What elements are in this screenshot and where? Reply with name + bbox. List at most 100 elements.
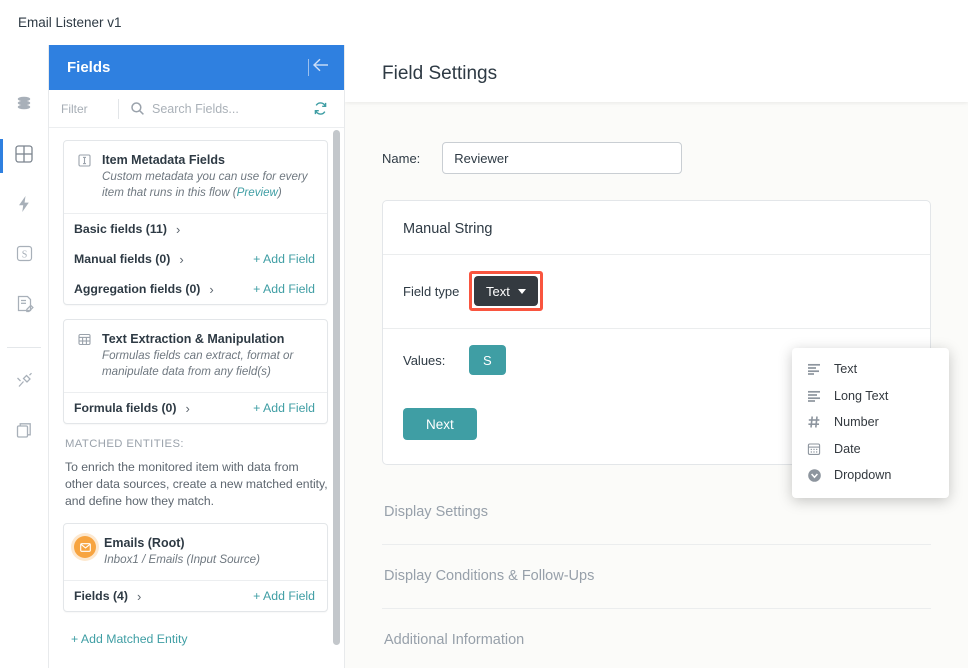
card-title: Item Metadata Fields bbox=[102, 153, 225, 167]
collapse-bar bbox=[308, 59, 309, 76]
row-label: Aggregation fields (0) bbox=[74, 282, 201, 296]
field-type-row: Field type Text bbox=[401, 255, 906, 328]
add-field-button-manual[interactable]: + Add Field bbox=[253, 252, 315, 266]
add-field-button-entity[interactable]: + Add Field bbox=[253, 589, 315, 603]
section-display-conditions[interactable]: Display Conditions & Follow-Ups bbox=[382, 545, 931, 609]
card-subtitle-tail: ) bbox=[277, 186, 282, 199]
dropdown-option-number[interactable]: Number bbox=[792, 409, 949, 436]
search-icon bbox=[130, 101, 145, 116]
rail-item-actions[interactable] bbox=[0, 181, 49, 231]
dropdown-option-label: Date bbox=[834, 441, 861, 456]
script-s-icon: S bbox=[14, 243, 35, 269]
rail-item-forms[interactable] bbox=[0, 281, 49, 331]
entity-title: Emails (Root) bbox=[104, 536, 185, 550]
fields-panel-scrollbar[interactable] bbox=[333, 128, 340, 668]
field-type-dropdown-menu[interactable]: Text Long Text Number Date Dropdown bbox=[792, 348, 949, 498]
rail-item-scripts[interactable]: S bbox=[0, 231, 49, 281]
row-label: Fields (4) bbox=[74, 589, 128, 603]
row-label: Basic fields (11) bbox=[74, 222, 167, 236]
manual-string-title: Manual String bbox=[403, 221, 493, 237]
values-label: Values: bbox=[403, 352, 446, 368]
name-label: Name: bbox=[382, 150, 421, 166]
card-title: Text Extraction & Manipulation bbox=[102, 332, 285, 346]
field-type-value: Text bbox=[486, 283, 510, 299]
entity-subtitle: Inbox1 / Emails (Input Source) bbox=[104, 553, 260, 566]
text-cursor-icon bbox=[74, 153, 94, 201]
scrollbar-thumb[interactable] bbox=[333, 130, 340, 645]
formula-fields-row[interactable]: Formula fields (0) › + Add Field bbox=[64, 393, 327, 423]
basic-fields-row[interactable]: Basic fields (11) › bbox=[64, 214, 327, 244]
matched-entities-heading: MATCHED ENTITIES: bbox=[65, 438, 184, 450]
aggregation-fields-row[interactable]: Aggregation fields (0) › + Add Field bbox=[64, 274, 327, 304]
values-button[interactable]: S bbox=[469, 345, 506, 375]
caret-down-icon bbox=[517, 288, 526, 294]
row-label: Manual fields (0) bbox=[74, 252, 171, 266]
search-separator bbox=[118, 98, 119, 119]
chevron-right-icon: › bbox=[185, 400, 190, 416]
next-button[interactable]: Next bbox=[403, 408, 477, 440]
svg-text:S: S bbox=[21, 249, 27, 260]
dropdown-option-long-text[interactable]: Long Text bbox=[792, 383, 949, 410]
matched-entity-card: Emails (Root) Inbox1 / Emails (Input Sou… bbox=[63, 523, 328, 612]
top-bar: Email Listener v1 bbox=[0, 0, 968, 45]
add-field-button-aggregation[interactable]: + Add Field bbox=[253, 282, 315, 296]
card-subtitle: Formulas fields can extract, format or m… bbox=[102, 349, 294, 378]
entity-fields-row[interactable]: Fields (4) › + Add Field bbox=[64, 581, 327, 611]
name-row: Name: bbox=[382, 142, 931, 174]
matched-entities-description: To enrich the monitored item with data f… bbox=[65, 460, 328, 508]
chevron-right-icon: › bbox=[136, 588, 142, 604]
layers-icon bbox=[14, 420, 35, 446]
name-input[interactable] bbox=[442, 142, 683, 174]
long-text-lines-icon bbox=[805, 390, 823, 402]
dropdown-option-label: Dropdown bbox=[834, 468, 892, 483]
filter-label: Filter bbox=[61, 101, 88, 116]
section-additional-information[interactable]: Additional Information bbox=[382, 609, 931, 668]
preview-link[interactable]: Preview bbox=[237, 186, 278, 199]
add-matched-entity-button[interactable]: + Add Matched Entity bbox=[71, 632, 188, 646]
database-icon bbox=[14, 94, 34, 119]
chevron-right-icon: › bbox=[175, 221, 181, 237]
lightning-icon bbox=[14, 194, 34, 219]
arrow-left-collapse-icon bbox=[310, 56, 330, 79]
fields-search-row: Filter bbox=[49, 90, 344, 128]
fields-panel-body: Item Metadata Fields Custom metadata you… bbox=[49, 128, 344, 668]
rail-item-versions[interactable] bbox=[0, 408, 49, 458]
add-field-button-formula[interactable]: + Add Field bbox=[253, 401, 315, 415]
search-input[interactable] bbox=[152, 101, 313, 116]
envelope-circle-icon bbox=[74, 536, 96, 568]
section-label: Display Settings bbox=[384, 504, 488, 520]
fields-panel: Fields Filter Search Fields... Item Meta… bbox=[49, 45, 345, 668]
app-shell: S Fields Filter Search Fields... Item Me… bbox=[0, 45, 968, 668]
page-title: Field Settings bbox=[382, 62, 498, 84]
dropdown-option-text[interactable]: Text bbox=[792, 356, 949, 383]
dropdown-option-label: Text bbox=[834, 362, 858, 377]
rail-item-integrations[interactable] bbox=[0, 358, 49, 408]
dropdown-option-date[interactable]: Date bbox=[792, 436, 949, 463]
dropdown-option-dropdown[interactable]: Dropdown bbox=[792, 462, 949, 489]
dropdown-circle-icon bbox=[805, 468, 823, 483]
row-label: Formula fields (0) bbox=[74, 401, 177, 415]
item-metadata-card: Item Metadata Fields Custom metadata you… bbox=[63, 140, 328, 305]
fields-panel-header: Fields bbox=[49, 45, 344, 90]
section-label: Display Conditions & Follow-Ups bbox=[384, 568, 595, 584]
rail-divider bbox=[7, 347, 41, 348]
rail-item-data-sources[interactable] bbox=[0, 81, 49, 131]
refresh-icon[interactable] bbox=[313, 101, 328, 116]
plug-icon bbox=[14, 370, 35, 396]
hash-icon bbox=[805, 415, 823, 429]
card-subtitle: Custom metadata you can use for every it… bbox=[102, 169, 315, 201]
chevron-right-icon: › bbox=[179, 251, 184, 267]
text-extraction-card: Text Extraction & Manipulation Formulas … bbox=[63, 319, 328, 424]
envelope-badge bbox=[74, 536, 96, 558]
icon-rail: S bbox=[0, 45, 49, 668]
field-type-highlight: Text bbox=[469, 271, 543, 311]
field-type-dropdown-button[interactable]: Text bbox=[474, 276, 538, 306]
dropdown-option-label: Number bbox=[834, 415, 879, 430]
field-type-label: Field type bbox=[403, 283, 460, 299]
values-button-label: S bbox=[483, 352, 492, 368]
collapse-panel-button[interactable] bbox=[302, 52, 336, 83]
manual-fields-row[interactable]: Manual fields (0) › + Add Field bbox=[64, 244, 327, 274]
rail-item-fields[interactable] bbox=[0, 131, 49, 181]
next-button-label: Next bbox=[426, 416, 454, 432]
main-header: Field Settings bbox=[345, 45, 968, 102]
